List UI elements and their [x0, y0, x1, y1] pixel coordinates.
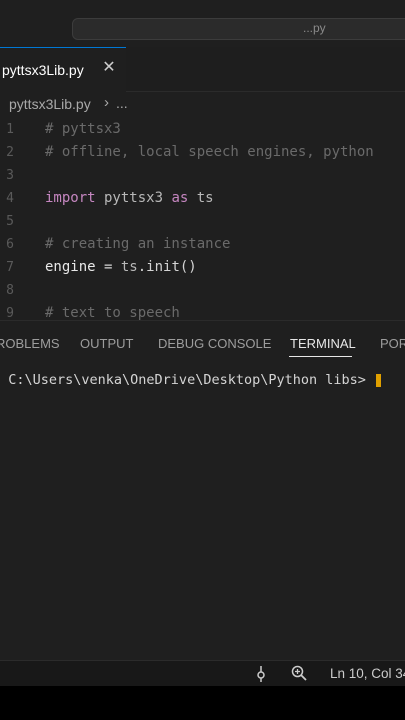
module-name: pyttsx3: [95, 190, 164, 206]
tab-terminal[interactable]: TERMINAL: [290, 336, 356, 351]
line-number: 1: [6, 122, 14, 137]
code-line: 7 engine = ts.init(): [0, 258, 405, 281]
terminal-prompt-line[interactable]: S C:\Users\venka\OneDrive\Desktop\Python…: [0, 372, 382, 388]
code-line: 6 # creating an instance: [0, 235, 405, 258]
code-line: 5: [0, 212, 405, 235]
function-call: .init(): [137, 259, 197, 275]
code-line: 8: [0, 281, 405, 304]
title-bar: ...py: [0, 0, 405, 47]
line-number: 2: [6, 145, 14, 160]
code-line: 9 # text to speech: [0, 304, 405, 320]
tab-ports[interactable]: POR: [380, 336, 405, 351]
alias-name: ts: [188, 190, 214, 206]
active-tab-indicator: [289, 356, 352, 357]
code-line: 4 import pyttsx3 as ts: [0, 189, 405, 212]
breadcrumb: pyttsx3Lib.py › ...: [0, 92, 405, 118]
panel-tab-bar: ROBLEMS OUTPUT DEBUG CONSOLE TERMINAL PO…: [0, 321, 405, 361]
tab-problems[interactable]: ROBLEMS: [0, 336, 60, 351]
operator-equals: =: [95, 259, 121, 275]
breadcrumb-file[interactable]: pyttsx3Lib.py: [9, 96, 91, 112]
keyword-as: as: [163, 190, 189, 206]
sync-icon[interactable]: [253, 665, 269, 683]
line-number: 3: [6, 168, 14, 183]
close-icon[interactable]: ✕: [100, 59, 118, 77]
zoom-icon[interactable]: [290, 664, 308, 682]
letterbox-bottom: [0, 686, 405, 720]
status-bar: Ln 10, Col 34: [0, 660, 405, 686]
bottom-panel: ROBLEMS OUTPUT DEBUG CONSOLE TERMINAL PO…: [0, 320, 405, 660]
code-comment: # text to speech: [45, 305, 180, 320]
line-number: 4: [6, 191, 14, 206]
chevron-right-icon: ›: [104, 94, 109, 111]
command-center-search[interactable]: ...py: [72, 18, 405, 40]
breadcrumb-symbols[interactable]: ...: [116, 95, 128, 111]
keyword-import: import: [45, 190, 96, 206]
tab-label: pyttsx3Lib.py: [2, 62, 84, 78]
code-line: 3: [0, 166, 405, 189]
terminal-prompt: S C:\Users\venka\OneDrive\Desktop\Python…: [0, 372, 375, 388]
module-ref: ts: [120, 259, 138, 275]
code-comment: # creating an instance: [45, 236, 231, 252]
editor-tab-bar: pyttsx3Lib.py ✕: [0, 47, 405, 92]
search-text: ...py: [303, 21, 326, 35]
code-line: 2 # offline, local speech engines, pytho…: [0, 143, 405, 166]
tab-debug-console[interactable]: DEBUG CONSOLE: [158, 336, 271, 351]
tab-output[interactable]: OUTPUT: [80, 336, 133, 351]
code-import-statement: import pyttsx3 as ts: [45, 190, 214, 206]
tab-pyttsx3lib[interactable]: pyttsx3Lib.py ✕: [0, 47, 126, 92]
code-editor[interactable]: 1 # pyttsx3 2 # offline, local speech en…: [0, 118, 405, 320]
code-line: 1 # pyttsx3: [0, 120, 405, 143]
cursor-position[interactable]: Ln 10, Col 34: [330, 666, 405, 681]
line-number: 5: [6, 214, 14, 229]
line-number: 8: [6, 283, 14, 298]
line-number: 9: [6, 306, 14, 320]
variable-engine: engine: [45, 259, 96, 275]
line-number: 7: [6, 260, 14, 275]
code-assignment: engine = ts.init(): [45, 259, 197, 275]
code-comment: # offline, local speech engines, python: [45, 144, 374, 160]
line-number: 6: [6, 237, 14, 252]
code-comment: # pyttsx3: [45, 121, 121, 137]
terminal-cursor: [376, 373, 382, 387]
vscode-window: ...py pyttsx3Lib.py ✕ pyttsx3Lib.py › ..…: [0, 0, 405, 720]
